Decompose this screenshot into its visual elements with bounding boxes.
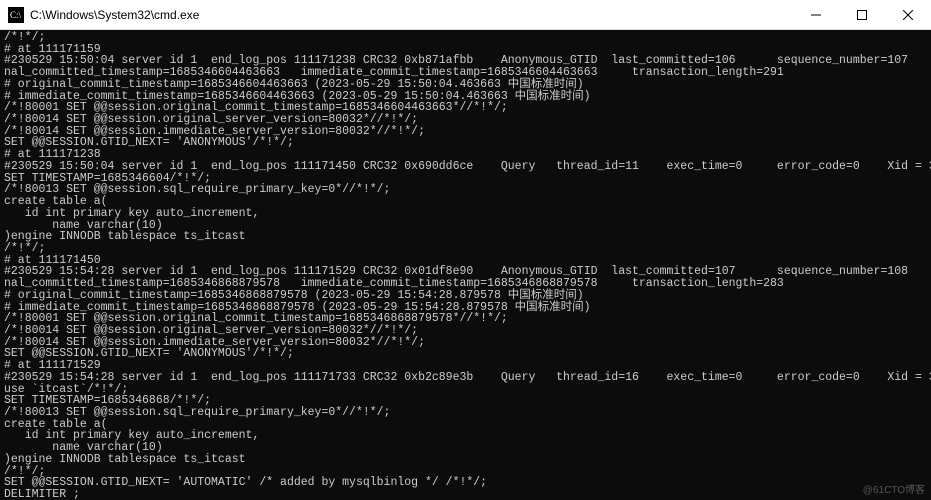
titlebar: C:\ C:\Windows\System32\cmd.exe — [0, 0, 931, 30]
window-controls — [793, 0, 931, 29]
window-title: C:\Windows\System32\cmd.exe — [30, 8, 199, 22]
close-button[interactable] — [885, 0, 931, 29]
svg-text:C:\: C:\ — [10, 10, 22, 20]
watermark: @61CTO博客 — [863, 481, 925, 496]
cmd-icon: C:\ — [8, 7, 24, 23]
minimize-button[interactable] — [793, 0, 839, 29]
terminal-output[interactable]: /*!*/; # at 111171159 #230529 15:50:04 s… — [0, 30, 931, 500]
maximize-button[interactable] — [839, 0, 885, 29]
